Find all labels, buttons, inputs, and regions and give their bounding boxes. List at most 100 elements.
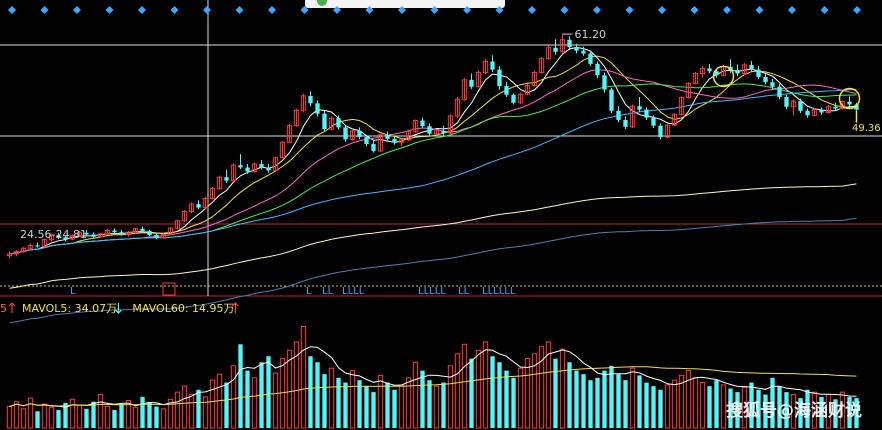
- signal-marker: LLLL: [342, 286, 365, 297]
- volume-bar-down: [147, 402, 152, 428]
- candle-body-down: [238, 165, 243, 168]
- volume-bar-up: [20, 408, 27, 429]
- volume-bar-up: [251, 377, 258, 429]
- candle-body-down: [609, 89, 614, 111]
- volume-bar-up: [132, 407, 139, 429]
- volume-bar-up: [433, 385, 440, 429]
- candle-body-down: [756, 69, 761, 77]
- candle-body-down: [112, 230, 117, 233]
- candle-body-down: [308, 95, 313, 104]
- signal-marker: L: [306, 286, 312, 297]
- candle-body-down: [511, 94, 516, 103]
- volume-bar-down: [343, 382, 348, 428]
- volume-bar-down: [308, 356, 313, 428]
- candle-body-down: [420, 120, 425, 127]
- signal-q-icon: [162, 282, 176, 296]
- volume-bar-up: [671, 379, 678, 429]
- chart-stage: 61.20 49.36 24.56-24.81 L L LL LLLL LLLLL LL LLLL…: [0, 0, 882, 430]
- volume-bar-up: [188, 394, 195, 429]
- volume-bar-down: [112, 410, 117, 428]
- diamond-icon: [820, 6, 829, 14]
- candle-body-down: [819, 109, 824, 113]
- ma60-line: [9, 89, 857, 255]
- volume-bar-up: [398, 384, 405, 429]
- volume-bar-up: [69, 398, 76, 429]
- diamond-icon: [528, 6, 536, 14]
- volume-bar-down: [357, 380, 362, 428]
- diamond-icon: [333, 6, 341, 14]
- volume-bar-down: [371, 392, 376, 428]
- volume-bar-up: [482, 341, 489, 429]
- volume-bar-down: [420, 370, 425, 428]
- legend-fragment: 5: [0, 302, 7, 315]
- volume-bar-down: [623, 380, 628, 428]
- candle-body-down: [497, 69, 502, 87]
- volume-bar-down: [707, 386, 712, 428]
- volume-bar-up: [272, 372, 279, 429]
- volume-bar-down: [238, 344, 243, 428]
- candle-body-down: [322, 113, 327, 130]
- volume-bar-up: [461, 343, 468, 429]
- volume-bar-down: [504, 370, 509, 428]
- up-arrow-icon: [8, 302, 16, 313]
- volume-bar-up: [48, 407, 55, 429]
- candle-body-down: [154, 235, 159, 238]
- volume-bar-down: [315, 362, 320, 428]
- volume-bar-down: [224, 382, 229, 428]
- diamond-icon: [593, 6, 601, 14]
- volume-bar-down: [490, 356, 495, 428]
- volume-bar-down: [616, 374, 621, 428]
- volume-bar-down: [595, 377, 600, 428]
- ma120-line: [9, 183, 857, 289]
- volume-bar-up: [27, 397, 34, 429]
- diamond-icon: [430, 6, 439, 14]
- diamond-icon: [658, 6, 666, 14]
- candle-body-down: [805, 110, 810, 116]
- candle-body-down: [469, 79, 474, 87]
- candle-body-down: [833, 106, 838, 109]
- candle-body-down: [245, 167, 250, 172]
- candle-body-down: [392, 138, 397, 143]
- volume-bar-down: [154, 406, 159, 428]
- diamond-icon: [755, 6, 764, 14]
- volume-bar-up: [664, 384, 671, 429]
- volume-bar-up: [328, 367, 335, 429]
- volume-legend-item: MAVOL60: 14.95万: [132, 302, 234, 315]
- candle-body-down: [385, 134, 390, 139]
- volume-bar-down: [574, 370, 579, 428]
- volume-bar-up: [559, 348, 566, 429]
- diamond-icon: [853, 6, 861, 14]
- diamond-icon: [300, 6, 309, 14]
- candle-body-down: [504, 86, 509, 95]
- volume-bar-up: [300, 325, 307, 429]
- diamond-icon: [690, 6, 699, 14]
- candle-body-down: [658, 125, 663, 138]
- diamond-icon: [235, 6, 244, 14]
- diamond-icon: [203, 6, 211, 14]
- volume-bar-up: [349, 370, 356, 429]
- candle-body-down: [581, 50, 586, 54]
- diamond-icon: [268, 6, 276, 14]
- volume-bar-up: [699, 382, 706, 429]
- volume-bar-up: [97, 394, 104, 429]
- ma20-line: [9, 69, 857, 255]
- volume-bar-up: [209, 379, 216, 429]
- signal-marker: L: [70, 286, 76, 297]
- candle-body-down: [798, 101, 803, 111]
- volume-bar-up: [517, 367, 524, 429]
- candle-body-down: [259, 164, 264, 168]
- diamond-icon: [788, 6, 796, 14]
- candlestick-chart: 61.2049.3624.56-24.81L L LL LLLL LLLLL LL LLLL…: [0, 0, 882, 429]
- volume-bar-down: [441, 382, 446, 428]
- volume-bar-up: [629, 367, 636, 429]
- candle-body-down: [364, 137, 369, 144]
- candle-body-down: [119, 232, 124, 235]
- high-price-label: 61.20: [575, 28, 607, 41]
- volume-bar-down: [196, 389, 201, 428]
- diamond-icon: [105, 6, 114, 14]
- volume-bar-down: [651, 386, 656, 428]
- signal-marker: LLLLLL: [482, 286, 516, 297]
- volume-bar-down: [322, 374, 327, 428]
- candle-body-down: [784, 97, 789, 107]
- candle-body-down: [140, 228, 145, 232]
